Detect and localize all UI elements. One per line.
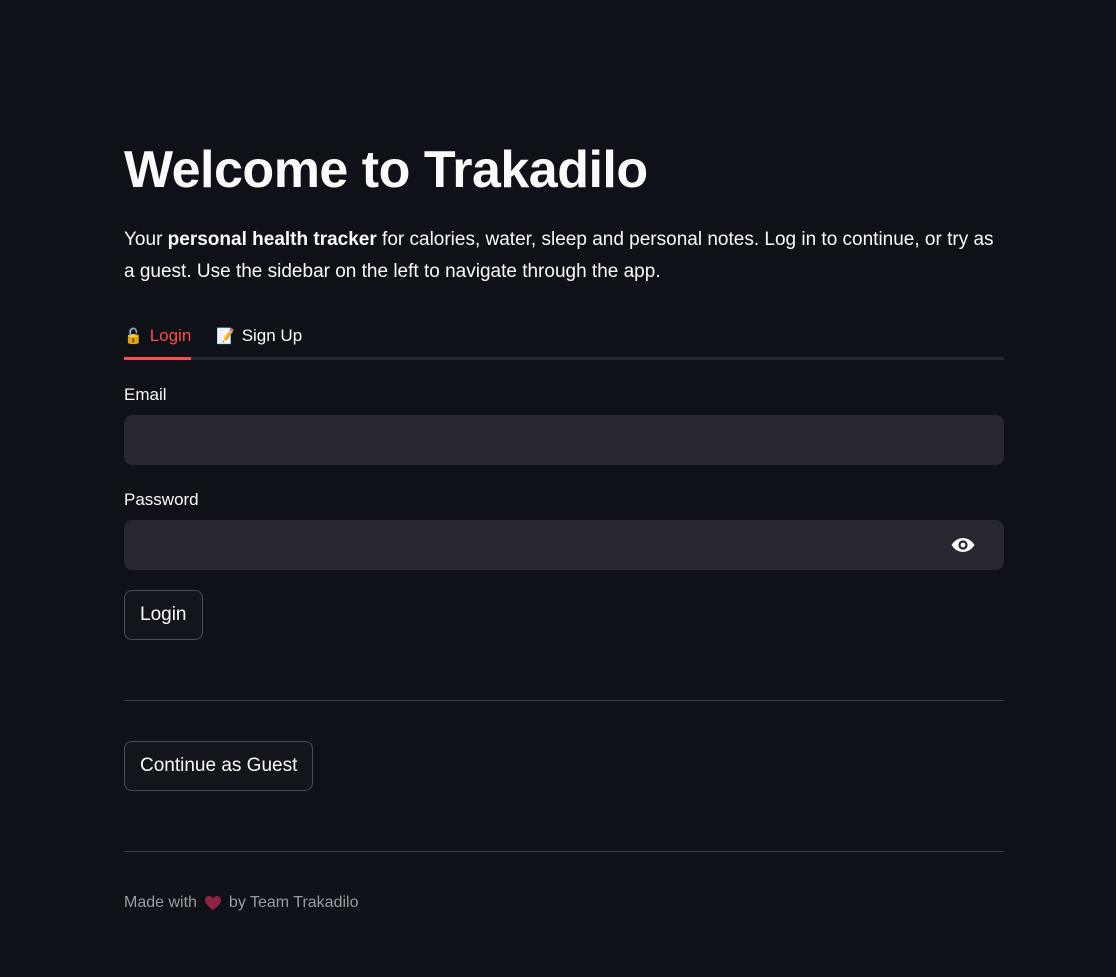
password-field-wrapper [124,520,1004,570]
footer-credit: Made with by Team Trakadilo [124,894,358,912]
tab-login[interactable]: 🔓 Login [124,314,191,357]
unlock-icon: 🔓 [124,327,143,345]
heart-icon [204,896,221,910]
auth-tabs: 🔓 Login 📝 Sign Up [124,314,1004,360]
tab-sign-up-label: Sign Up [241,325,303,345]
tab-track [124,357,1004,360]
email-input[interactable] [124,415,1004,465]
footer-prefix: Made with [124,894,197,911]
intro-prefix: Your [124,229,168,250]
email-field-wrapper [124,415,1004,465]
footer-suffix: by Team Trakadilo [228,894,359,911]
active-tab-indicator [124,357,191,360]
footer-divider [124,851,1004,852]
tab-sign-up[interactable]: 📝 Sign Up [216,314,302,357]
login-button[interactable]: Login [124,590,203,640]
tab-login-label: Login [149,325,192,345]
password-label: Password [124,490,199,509]
memo-icon: 📝 [216,327,235,345]
password-input[interactable] [124,520,1004,570]
continue-as-guest-button[interactable]: Continue as Guest [124,741,314,791]
page-title: Welcome to Trakadilo [124,141,648,199]
eye-icon[interactable] [950,535,976,555]
divider [124,700,1004,701]
intro-text: Your personal health tracker for calorie… [124,224,1004,288]
email-label: Email [124,385,167,404]
intro-highlight: personal health tracker [167,229,377,250]
